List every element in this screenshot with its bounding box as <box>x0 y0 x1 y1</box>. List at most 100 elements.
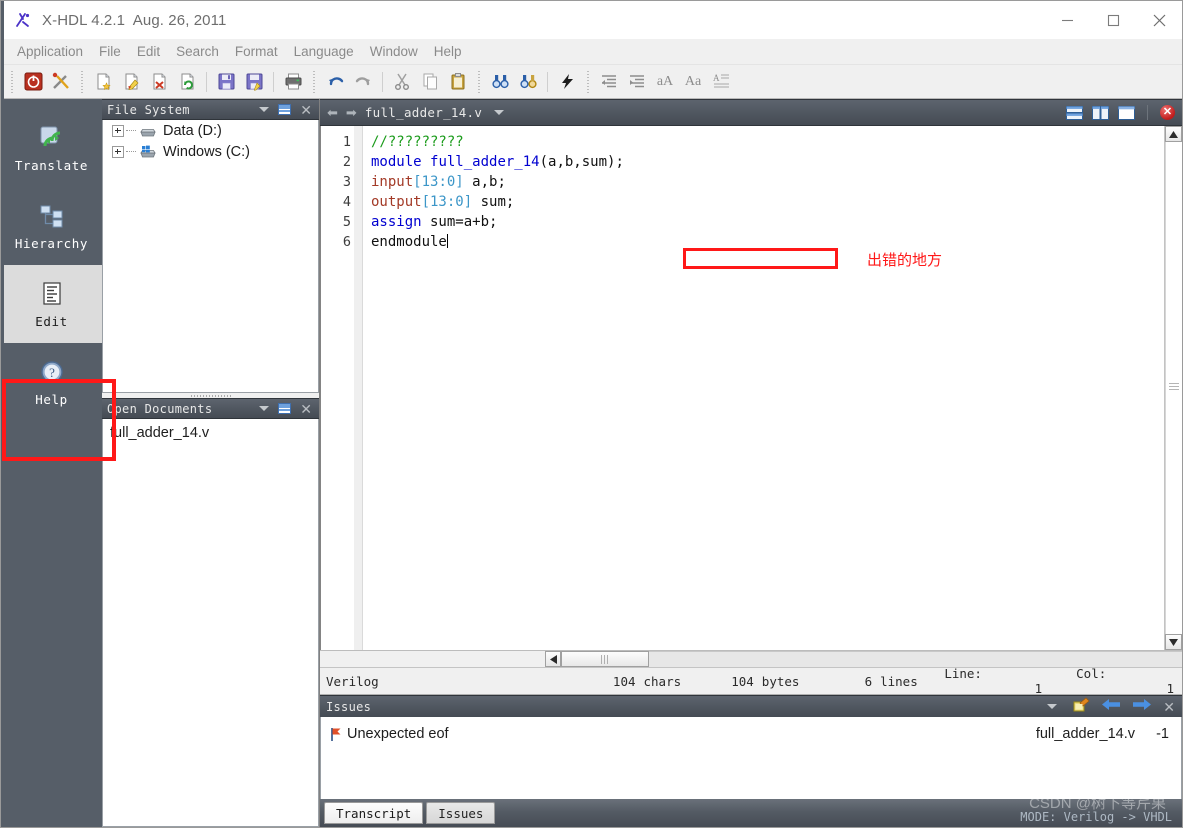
expand-icon[interactable] <box>112 145 124 158</box>
mode-sidebar: Translate Hierarchy Edit ? Help <box>1 99 116 827</box>
code-token: output <box>371 194 422 210</box>
scroll-up-icon[interactable] <box>1165 126 1182 142</box>
sidebar-item-help[interactable]: ? Help <box>1 343 102 421</box>
editor-vertical-scrollbar[interactable] <box>1164 126 1182 650</box>
hscroll-track[interactable] <box>649 651 1182 667</box>
menu-bar: Application File Edit Search Format Lang… <box>1 39 1182 65</box>
scroll-left-icon[interactable] <box>545 651 561 667</box>
tree-item-data-drive[interactable]: Data (D:) <box>103 120 318 141</box>
document-tab-title[interactable]: full_adder_14.v <box>365 105 482 120</box>
exit-icon[interactable] <box>19 69 47 95</box>
menu-item-file[interactable]: File <box>91 44 129 59</box>
x-hdl-logo-icon <box>13 10 33 30</box>
scroll-track[interactable] <box>1165 142 1182 634</box>
chevron-down-icon[interactable] <box>259 406 270 411</box>
nav-forward-icon[interactable]: ➡ <box>346 106 357 119</box>
close-icon[interactable]: ✕ <box>300 103 312 117</box>
edit-file-icon[interactable] <box>117 69 145 95</box>
next-issue-icon[interactable] <box>1132 698 1152 716</box>
save-icon[interactable] <box>212 69 240 95</box>
issues-dock: Issues ✕ Unexpected eof full_adder_14.v … <box>320 695 1182 799</box>
menu-item-search[interactable]: Search <box>168 44 227 59</box>
dock-toggle-icon[interactable] <box>278 104 292 115</box>
chevron-down-icon[interactable] <box>259 107 270 112</box>
menu-item-window[interactable]: Window <box>362 44 426 59</box>
close-document-icon[interactable]: ✕ <box>1160 105 1175 120</box>
redo-icon[interactable] <box>349 69 377 95</box>
save-as-icon[interactable] <box>240 69 268 95</box>
menu-item-help[interactable]: Help <box>426 44 470 59</box>
code-editor[interactable]: 1 2 3 4 5 6 //????????? module full_adder… <box>321 126 1164 650</box>
new-file-icon[interactable] <box>89 69 117 95</box>
status-line-value: 1 <box>1034 681 1043 696</box>
mode-indicator: MODE: Verilog -> VHDL <box>1020 810 1172 824</box>
hierarchy-icon <box>37 201 67 231</box>
editor-wrap: 1 2 3 4 5 6 //????????? module full_adder… <box>320 126 1182 650</box>
chevron-down-icon[interactable] <box>494 110 505 115</box>
sidebar-item-edit[interactable]: Edit <box>1 265 102 343</box>
refresh-file-icon[interactable] <box>173 69 201 95</box>
close-file-icon[interactable] <box>145 69 173 95</box>
table-row[interactable]: Unexpected eof full_adder_14.v -1 <box>321 717 1181 747</box>
toolbar-grip-4[interactable] <box>475 70 483 93</box>
code-text[interactable]: //????????? module full_adder_14(a,b,sum)… <box>363 126 1164 650</box>
find-replace-icon[interactable] <box>514 69 542 95</box>
issues-list[interactable]: Unexpected eof full_adder_14.v -1 <box>320 717 1182 799</box>
tools-icon[interactable] <box>47 69 75 95</box>
chevron-down-icon[interactable] <box>1047 704 1058 709</box>
toolbar-grip-3[interactable] <box>310 70 318 93</box>
copy-icon[interactable] <box>416 69 444 95</box>
nav-back-icon[interactable]: ⬅ <box>327 106 338 119</box>
minimize-button[interactable] <box>1044 1 1090 39</box>
toolbar-grip-5[interactable] <box>584 70 592 93</box>
scroll-down-icon[interactable] <box>1165 634 1182 650</box>
expand-icon[interactable] <box>112 124 124 137</box>
indent-increase-icon[interactable] <box>623 69 651 95</box>
close-issues-icon[interactable]: ✕ <box>1163 700 1175 714</box>
menu-item-language[interactable]: Language <box>286 44 362 59</box>
indent-decrease-icon[interactable] <box>595 69 623 95</box>
tab-transcript[interactable]: Transcript <box>324 802 424 824</box>
format-text-icon[interactable]: A <box>707 69 735 95</box>
list-item[interactable]: full_adder_14.v <box>103 419 318 441</box>
close-icon[interactable]: ✕ <box>300 402 312 416</box>
status-cursor-position: Line: 1 Col: 1 <box>944 666 1182 696</box>
tree-connector <box>126 129 136 132</box>
left-dock: File System ✕ Data (D:) Windows (C:) Ope… <box>102 99 320 827</box>
previous-issue-icon[interactable] <box>1101 698 1121 716</box>
issue-message: Unexpected eof <box>347 726 449 742</box>
lightning-icon[interactable] <box>553 69 581 95</box>
menu-item-edit[interactable]: Edit <box>129 44 168 59</box>
paste-icon[interactable] <box>444 69 472 95</box>
tile-vertical-icon[interactable] <box>1092 105 1109 120</box>
toolbar-grip[interactable] <box>8 70 16 93</box>
tab-issues[interactable]: Issues <box>426 802 496 824</box>
cascade-windows-icon[interactable] <box>1118 105 1135 120</box>
sidebar-item-translate[interactable]: Translate <box>1 109 102 187</box>
menu-item-application[interactable]: Application <box>9 44 91 59</box>
svg-text:A: A <box>713 73 720 83</box>
tree-item-windows-drive[interactable]: Windows (C:) <box>103 141 318 162</box>
uppercase-icon[interactable]: aA <box>651 69 679 95</box>
maximize-button[interactable] <box>1090 1 1136 39</box>
editor-marker-band <box>354 126 363 650</box>
line-number: 4 <box>342 194 351 210</box>
editor-horizontal-scrollbar[interactable] <box>320 650 1182 667</box>
close-button[interactable] <box>1136 1 1182 39</box>
line-number: 3 <box>342 174 351 190</box>
scroll-grip[interactable] <box>1169 383 1179 392</box>
menu-item-format[interactable]: Format <box>227 44 286 59</box>
code-line: endmodule <box>371 232 1164 252</box>
cut-icon[interactable] <box>388 69 416 95</box>
hscroll-thumb[interactable] <box>561 651 649 667</box>
issue-file: full_adder_14.v <box>1035 726 1135 742</box>
find-icon[interactable] <box>486 69 514 95</box>
dock-toggle-icon[interactable] <box>278 403 292 414</box>
lowercase-icon[interactable]: Aa <box>679 69 707 95</box>
toolbar-grip-2[interactable] <box>78 70 86 93</box>
undo-icon[interactable] <box>321 69 349 95</box>
print-icon[interactable] <box>279 69 307 95</box>
sidebar-item-hierarchy[interactable]: Hierarchy <box>1 187 102 265</box>
highlight-issues-icon[interactable] <box>1072 697 1090 717</box>
tile-horizontal-icon[interactable] <box>1066 105 1083 120</box>
